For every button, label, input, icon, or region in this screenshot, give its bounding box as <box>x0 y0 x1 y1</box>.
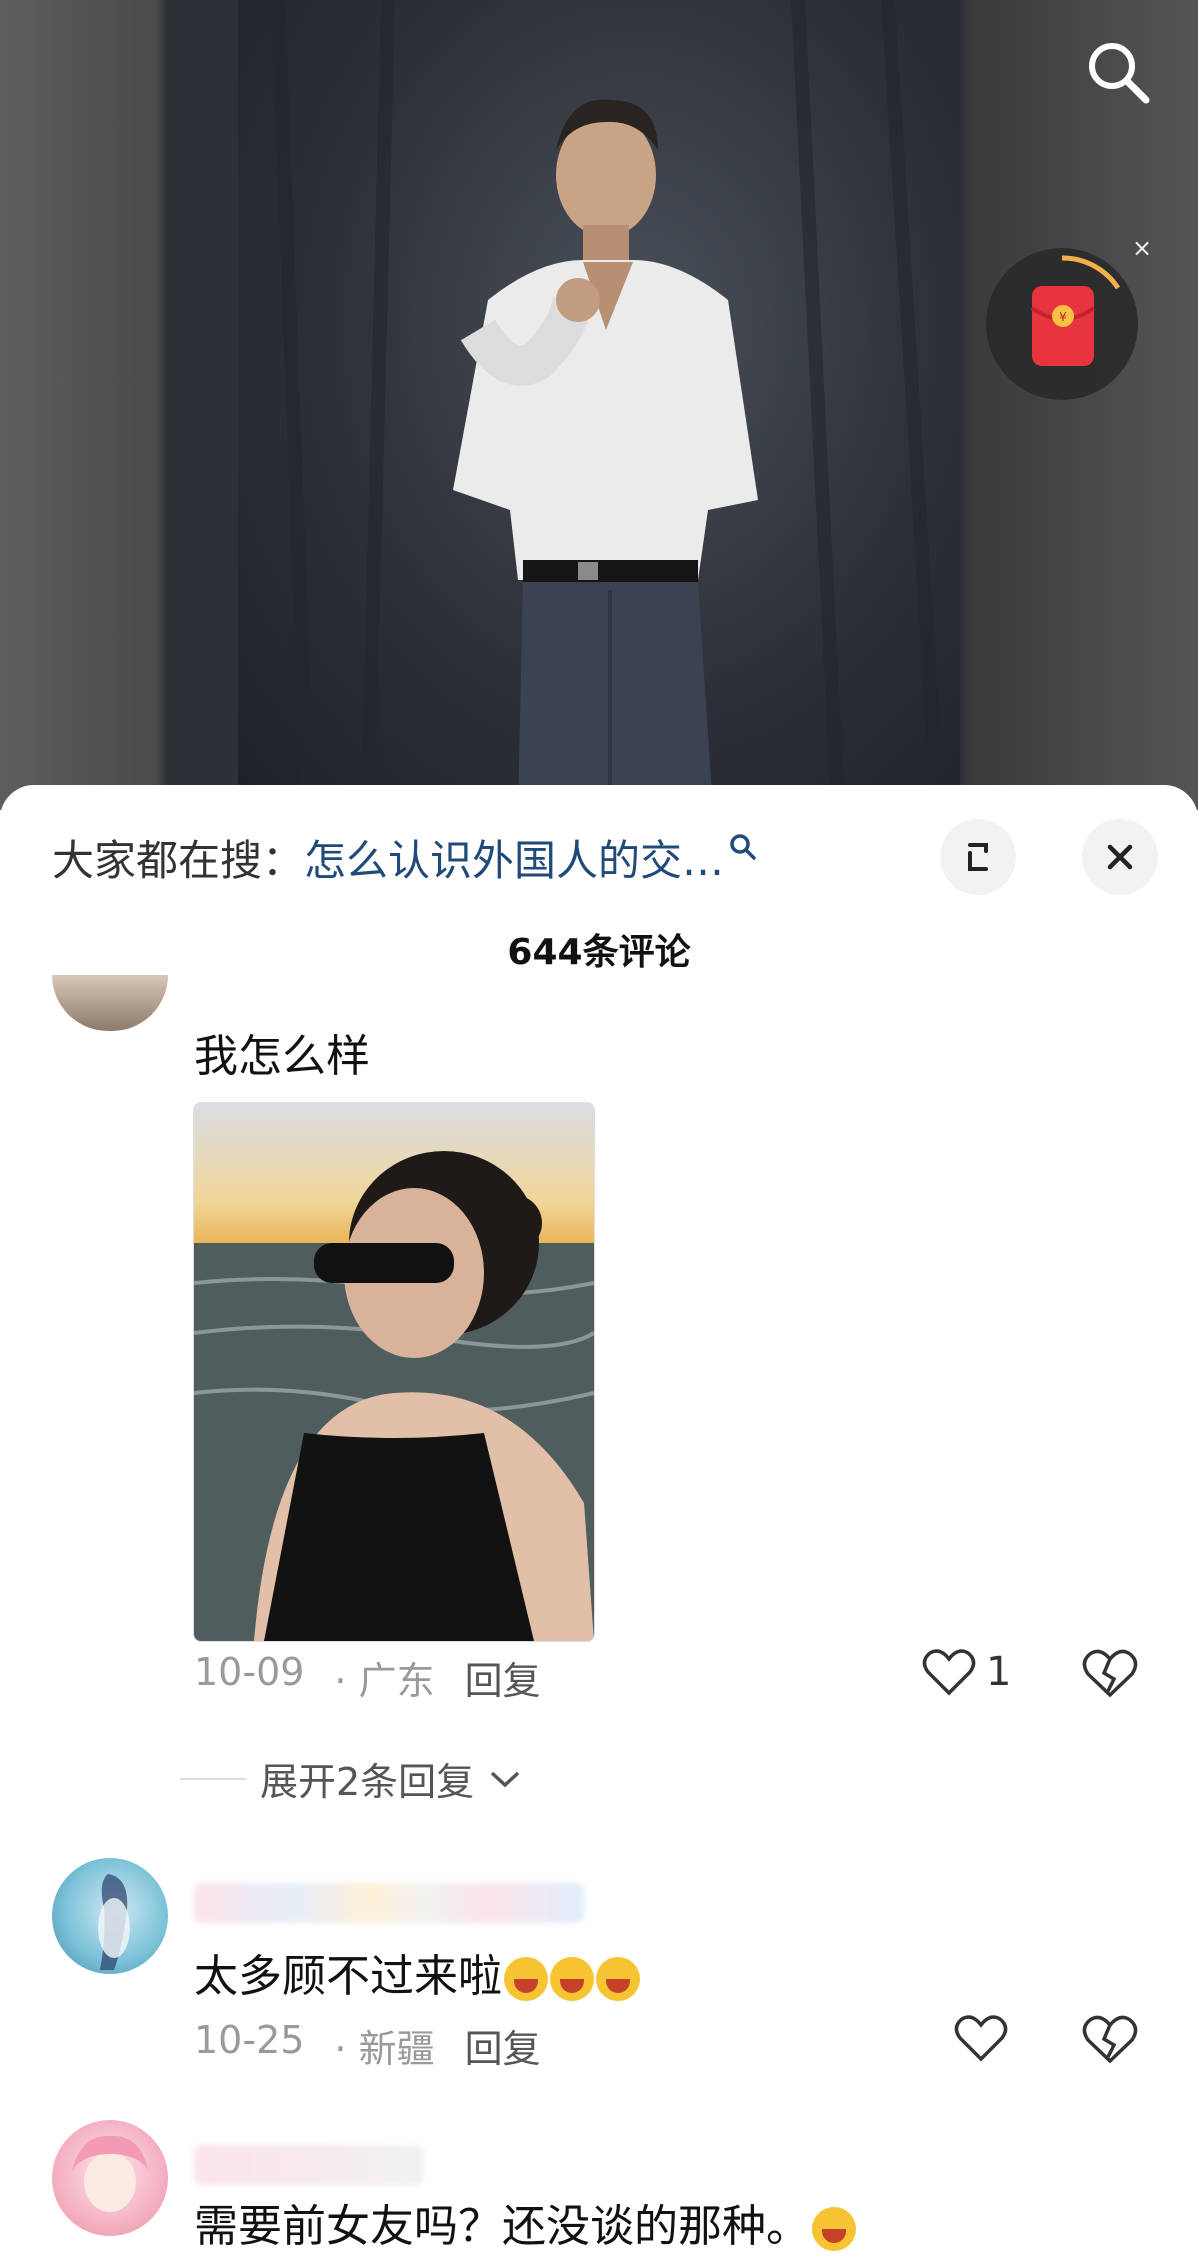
avatar[interactable] <box>52 1858 168 1974</box>
search-icon[interactable] <box>1082 36 1154 108</box>
search-small-icon <box>730 834 756 860</box>
divider-line <box>180 1777 246 1780</box>
avatar[interactable] <box>52 2120 168 2236</box>
smirk-emoji <box>812 2207 856 2251</box>
heart-icon <box>922 1649 976 1696</box>
hot-search-bar[interactable]: 大家都在搜： 怎么认识外国人的交… <box>52 827 758 887</box>
username-blurred[interactable] <box>194 1883 584 1923</box>
cry-laugh-emoji-2 <box>550 1957 594 2001</box>
red-packet-close-icon[interactable]: × <box>1128 234 1156 262</box>
reply-button[interactable]: 回复 <box>465 2018 541 2073</box>
video-player[interactable]: ¥ × <box>0 0 1198 810</box>
expand-icon <box>968 843 988 871</box>
reply-button[interactable]: 回复 <box>465 1650 541 1705</box>
comment-count-title: 644条评论 <box>507 932 691 973</box>
like-button[interactable]: 1 <box>922 1647 1011 1697</box>
comment-image[interactable] <box>193 1102 595 1642</box>
expand-replies-label: 展开2条回复 <box>260 1760 475 1804</box>
like-count: 1 <box>986 1649 1012 1695</box>
close-icon <box>1107 844 1133 870</box>
video-frame <box>238 0 960 810</box>
comment-location: · 广东 <box>334 1659 435 1703</box>
cry-laugh-emoji-1 <box>504 1957 548 2001</box>
comment-date: 10-25 <box>194 2018 305 2062</box>
comment-text-body: 需要前女友吗？还没谈的那种。 <box>194 2201 810 2252</box>
chevron-down-icon <box>491 1771 520 1787</box>
hot-search-prefix: 大家都在搜： <box>52 835 305 885</box>
comment-location: · 新疆 <box>334 2027 435 2071</box>
photo-woman-at-sea <box>194 1103 594 1641</box>
broken-heart-icon <box>1082 1649 1138 1698</box>
comment-text: 我怎么样 <box>194 1031 370 1082</box>
avatar-image <box>72 2135 148 2212</box>
comment-date: 10-09 <box>194 1650 305 1694</box>
avatar[interactable] <box>52 975 168 1031</box>
dislike-button[interactable] <box>1082 2013 1138 2069</box>
video-still-man-in-white-shirt <box>271 0 945 810</box>
red-packet-reward-button[interactable]: ¥ <box>986 248 1138 400</box>
like-button[interactable] <box>954 2013 1008 2063</box>
comment-meta: 10-25 · 新疆 回复 <box>194 2018 541 2073</box>
comment-text-body: 太多顾不过来啦 <box>194 1951 502 2002</box>
comment-panel: 大家都在搜： 怎么认识外国人的交… 644条评论 我怎么样 10-09 · 广东… <box>0 785 1198 2258</box>
hot-search-query-link[interactable]: 怎么认识外国人的交… <box>304 827 724 888</box>
avatar-image <box>98 1874 130 1970</box>
comment-text: 太多顾不过来啦 <box>194 1940 640 2004</box>
heart-icon <box>954 2015 1008 2062</box>
close-comments-button[interactable] <box>1082 819 1158 895</box>
comment-text: 需要前女友吗？还没谈的那种。 <box>194 2190 856 2254</box>
expand-replies-button[interactable]: 展开2条回复 <box>180 1751 522 1806</box>
fullscreen-expand-button[interactable] <box>940 819 1016 895</box>
comment-meta: 10-09 · 广东 回复 <box>194 1650 541 1705</box>
username-blurred[interactable] <box>194 2145 424 2185</box>
dislike-button[interactable] <box>1082 1647 1138 1703</box>
svg-text:¥: ¥ <box>1059 310 1067 324</box>
cry-laugh-emoji-3 <box>596 1957 640 2001</box>
broken-heart-icon <box>1082 2015 1138 2064</box>
